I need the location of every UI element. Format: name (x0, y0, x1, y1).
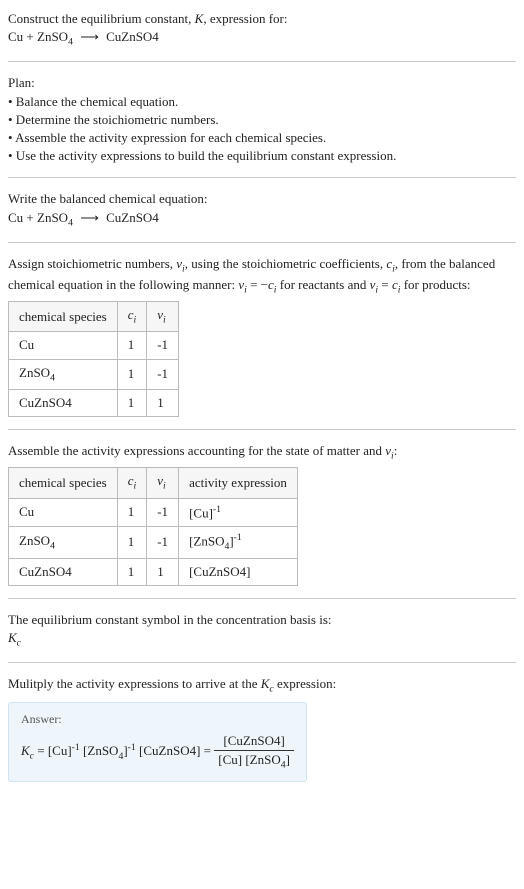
col-nu: νi (147, 468, 179, 498)
plan-item: • Balance the chemical equation. (8, 93, 516, 111)
answer-expression: Kc = [Cu]-1 [ZnSO4]-1 [CuZnSO4] = [CuZnS… (21, 732, 294, 772)
col-nu: νi (147, 302, 179, 332)
header-equation: Cu + ZnSO4 ⟶ CuZnSO4 (8, 28, 516, 49)
answer-fraction: [CuZnSO4] [Cu] [ZnSO4] (214, 732, 294, 772)
symbol-section: The equilibrium constant symbol in the c… (8, 605, 516, 656)
frac-numerator: [CuZnSO4] (214, 732, 294, 751)
multiply-section: Mulitply the activity expressions to arr… (8, 669, 516, 787)
symbol-line: The equilibrium constant symbol in the c… (8, 611, 516, 629)
cell-c: 1 (117, 389, 147, 416)
col-c: ci (117, 468, 147, 498)
plan-title: Plan: (8, 74, 516, 92)
balanced-equation: Cu + ZnSO4 ⟶ CuZnSO4 (8, 209, 516, 230)
cell-nu: -1 (147, 332, 179, 359)
cell-species: CuZnSO4 (9, 389, 118, 416)
cell-c: 1 (117, 558, 147, 585)
stoich-intro: Assign stoichiometric numbers, νi, using… (8, 255, 516, 297)
separator (8, 429, 516, 430)
balanced-title: Write the balanced chemical equation: (8, 190, 516, 208)
col-species: chemical species (9, 302, 118, 332)
separator (8, 662, 516, 663)
cell-species: Cu (9, 332, 118, 359)
cell-species: CuZnSO4 (9, 558, 118, 585)
table-row: ZnSO4 1 -1 [ZnSO4]-1 (9, 527, 298, 559)
answer-box: Answer: Kc = [Cu]-1 [ZnSO4]-1 [CuZnSO4] … (8, 702, 307, 781)
col-species: chemical species (9, 468, 118, 498)
cell-nu: -1 (147, 359, 179, 389)
cell-species: Cu (9, 498, 118, 527)
answer-label: Answer: (21, 711, 294, 728)
cell-expr: [CuZnSO4] (179, 558, 298, 585)
plan-item: • Use the activity expressions to build … (8, 147, 516, 165)
header-line1: Construct the equilibrium constant, K, e… (8, 10, 516, 28)
plan-item: • Determine the stoichiometric numbers. (8, 111, 516, 129)
cell-nu: 1 (147, 558, 179, 585)
cell-species: ZnSO4 (9, 359, 118, 389)
separator (8, 177, 516, 178)
balanced-section: Write the balanced chemical equation: Cu… (8, 184, 516, 235)
plan-item: • Assemble the activity expression for e… (8, 129, 516, 147)
table-row: CuZnSO4 1 1 (9, 389, 179, 416)
plan-section: Plan: • Balance the chemical equation. •… (8, 68, 516, 171)
kc-symbol: Kc (8, 629, 516, 650)
table-row: CuZnSO4 1 1 [CuZnSO4] (9, 558, 298, 585)
cell-expr: [Cu]-1 (179, 498, 298, 527)
col-c: ci (117, 302, 147, 332)
separator (8, 61, 516, 62)
stoich-section: Assign stoichiometric numbers, νi, using… (8, 249, 516, 423)
cell-nu: 1 (147, 389, 179, 416)
cell-species: ZnSO4 (9, 527, 118, 559)
table-row: ZnSO4 1 -1 (9, 359, 179, 389)
cell-c: 1 (117, 332, 147, 359)
table-header-row: chemical species ci νi (9, 302, 179, 332)
cell-nu: -1 (147, 527, 179, 559)
cell-c: 1 (117, 359, 147, 389)
activity-section: Assemble the activity expressions accoun… (8, 436, 516, 592)
table-row: Cu 1 -1 [Cu]-1 (9, 498, 298, 527)
multiply-line: Mulitply the activity expressions to arr… (8, 675, 516, 696)
table-row: Cu 1 -1 (9, 332, 179, 359)
stoich-table: chemical species ci νi Cu 1 -1 ZnSO4 1 -… (8, 301, 179, 417)
activity-intro: Assemble the activity expressions accoun… (8, 442, 516, 463)
table-header-row: chemical species ci νi activity expressi… (9, 468, 298, 498)
col-expr: activity expression (179, 468, 298, 498)
frac-denominator: [Cu] [ZnSO4] (214, 751, 294, 772)
header-section: Construct the equilibrium constant, K, e… (8, 4, 516, 55)
cell-c: 1 (117, 527, 147, 559)
separator (8, 598, 516, 599)
separator (8, 242, 516, 243)
cell-nu: -1 (147, 498, 179, 527)
activity-table: chemical species ci νi activity expressi… (8, 467, 298, 586)
cell-c: 1 (117, 498, 147, 527)
cell-expr: [ZnSO4]-1 (179, 527, 298, 559)
